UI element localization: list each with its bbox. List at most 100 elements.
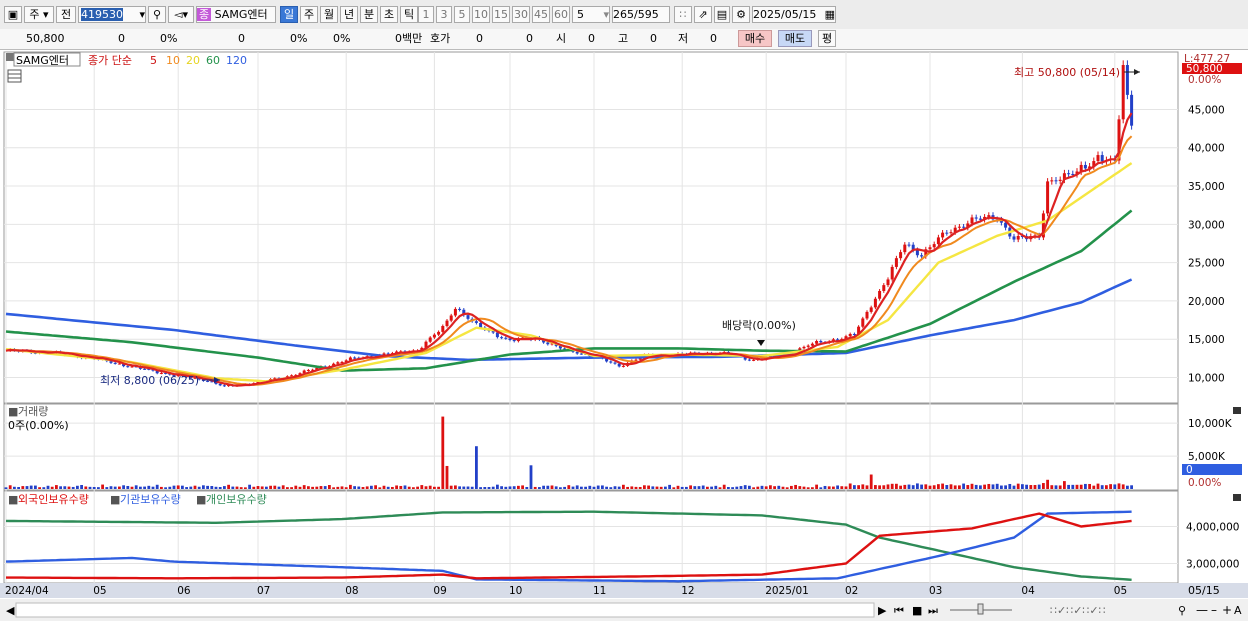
interval-45[interactable]: 45 — [532, 6, 550, 23]
zoom-out-icon[interactable]: — — [1196, 603, 1208, 617]
font-size-icon[interactable]: A — [1234, 604, 1242, 617]
volume-bar — [332, 487, 335, 489]
eval-button[interactable]: 평 — [818, 30, 836, 47]
tab-tick[interactable]: 틱 — [400, 6, 418, 23]
candle-body — [1121, 65, 1125, 120]
panel-handle-icon[interactable] — [6, 53, 14, 61]
volume-bar — [979, 485, 982, 489]
volume-bar — [244, 487, 247, 489]
count-field[interactable]: 265/595 — [612, 6, 670, 23]
buy-button[interactable]: 매수 — [738, 30, 772, 47]
volume-bar — [1105, 485, 1108, 489]
candle-body — [1067, 173, 1071, 175]
volume-bar — [819, 487, 823, 489]
crosshair-icon[interactable]: ⇗ — [694, 6, 712, 23]
interval-60[interactable]: 60 — [552, 6, 570, 23]
interval-select[interactable]: 5 ▾ — [572, 6, 610, 23]
candle-body — [306, 369, 310, 371]
interval-10[interactable]: 10 — [472, 6, 490, 23]
minus-icon[interactable]: – — [1211, 603, 1217, 617]
interval-15[interactable]: 15 — [492, 6, 510, 23]
volume-bar — [991, 484, 995, 489]
volume-bar — [655, 486, 659, 489]
volume-bar — [391, 486, 394, 489]
volume-bar — [1096, 483, 1100, 489]
price-tick-label: 20,000 — [1188, 296, 1225, 308]
period-select[interactable]: 주 ▾ — [24, 6, 54, 23]
chart-tools-icon[interactable]: ∷✓∷✓∷✓∷ — [1050, 604, 1106, 617]
volume-tick-label: 10,000K — [1188, 418, 1233, 430]
volume-bar — [861, 484, 865, 489]
volume-bar — [235, 486, 239, 489]
volume-bar — [4, 487, 8, 489]
sell-button[interactable]: 매도 — [778, 30, 812, 47]
chart-scrollbar[interactable] — [15, 602, 875, 618]
data-table-icon[interactable] — [7, 69, 22, 83]
volume-bar — [386, 486, 390, 489]
speaker-icon[interactable]: ◅▾ — [168, 6, 194, 23]
volume-bar — [575, 485, 579, 489]
gear-icon[interactable]: ⚙ — [732, 6, 750, 23]
scroll-right-icon[interactable]: ▶ — [878, 604, 887, 617]
stock-name-field[interactable]: 종 SAMG엔터 — [196, 6, 276, 23]
interval-5[interactable]: 5 — [454, 6, 470, 23]
candle-body — [126, 366, 130, 368]
holdings-close-icon[interactable] — [1233, 494, 1241, 501]
layout-icon[interactable]: ▣ — [4, 6, 22, 23]
tab-minute[interactable]: 분 — [360, 6, 378, 23]
ma-legend-5: 5 — [150, 54, 157, 67]
search-icon[interactable]: ⚲ — [148, 6, 166, 23]
plus-icon[interactable]: + — [1222, 603, 1232, 617]
candle-body — [1058, 179, 1062, 181]
candle-body — [920, 255, 924, 257]
volume-bar — [672, 487, 676, 489]
interval-3[interactable]: 3 — [436, 6, 452, 23]
tab-year[interactable]: 년 — [340, 6, 358, 23]
volume-bar — [29, 485, 33, 489]
stock-code-input[interactable]: 419530 ▾ — [78, 6, 146, 23]
x-axis-label: 05 — [93, 585, 106, 597]
volume-bar — [932, 485, 936, 489]
scroll-left-icon[interactable]: ◀ — [6, 604, 15, 617]
volume-bar — [105, 487, 109, 489]
candle-body — [432, 334, 436, 338]
dividend-annotation: 배당락(0.00%) — [722, 319, 796, 332]
volume-bar — [370, 485, 373, 489]
tab-day[interactable]: 일 — [280, 6, 298, 23]
volume-bar — [118, 486, 121, 489]
volume-bar — [512, 486, 516, 489]
stock-chart[interactable]: SAMG엔터 종가 단순 5 10 20 60 120 L:477.27 50,… — [0, 50, 1248, 621]
candle-body — [1050, 180, 1054, 182]
x-axis-label: 06 — [177, 585, 191, 597]
stop-icon[interactable]: ■ — [912, 604, 922, 617]
volume-bar — [937, 484, 940, 489]
volume-bar — [580, 486, 583, 489]
volume-bar — [395, 485, 398, 489]
tab-month[interactable]: 월 — [320, 6, 338, 23]
price-tick-label: 30,000 — [1188, 219, 1225, 231]
tab-week[interactable]: 주 — [300, 6, 318, 23]
volume-bar — [701, 485, 705, 489]
market-select[interactable]: 전 — [56, 6, 76, 23]
volume-bar — [256, 486, 260, 489]
save-icon[interactable]: ▤ — [714, 6, 730, 23]
volume-close-icon[interactable] — [1233, 407, 1241, 414]
volume-bar — [315, 486, 319, 489]
forward-icon[interactable]: ⏭ — [928, 604, 938, 617]
volume-bar — [441, 416, 445, 489]
volume-bar — [617, 486, 621, 489]
volume-bar — [601, 485, 604, 489]
interval-30[interactable]: 30 — [512, 6, 530, 23]
volume-bar — [1037, 484, 1041, 489]
price-tick-label: 40,000 — [1188, 143, 1225, 155]
zoom-slider-handle[interactable] — [977, 603, 984, 615]
volume-bar — [857, 485, 860, 489]
interval-1[interactable]: 1 — [418, 6, 434, 23]
volume-handle-icon[interactable]: ■ — [8, 405, 18, 418]
date-field[interactable]: 2025/05/15 ▦ — [752, 6, 836, 23]
grid-icon[interactable]: ∷ — [674, 6, 692, 23]
volume-bar — [500, 486, 503, 489]
zoom-search-icon[interactable]: ⚲ — [1178, 604, 1186, 617]
tab-second[interactable]: 초 — [380, 6, 398, 23]
rewind-icon[interactable]: ⏮ — [894, 604, 904, 617]
